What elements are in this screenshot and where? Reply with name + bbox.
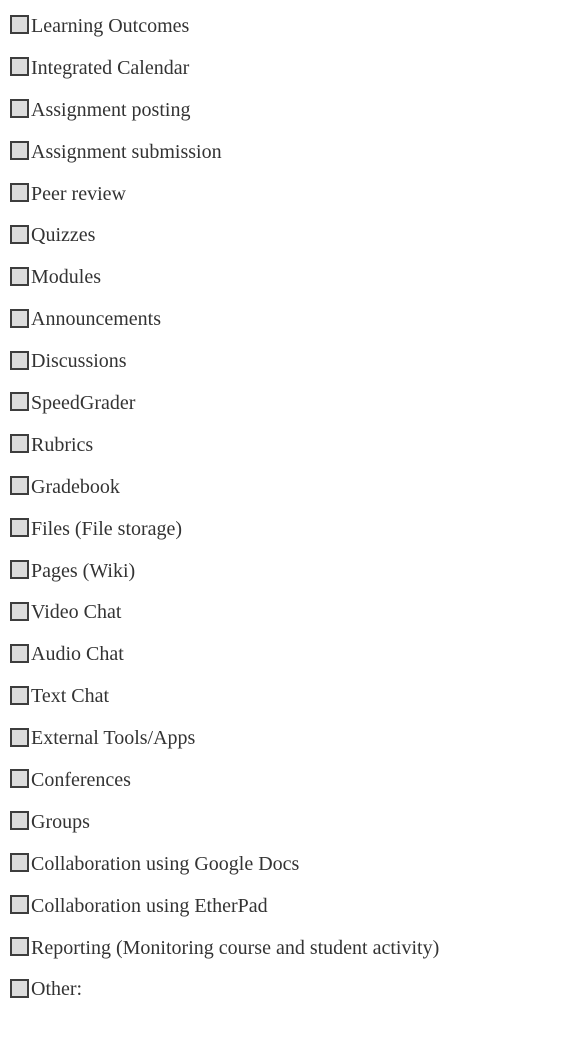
- checkbox[interactable]: [10, 141, 29, 161]
- checkbox-label[interactable]: Text Chat: [31, 686, 109, 706]
- checkbox[interactable]: [10, 224, 29, 244]
- checkbox-label[interactable]: Files (File storage): [31, 519, 182, 539]
- checklist-item-files[interactable]: Files (File storage): [10, 508, 580, 550]
- checkbox-label[interactable]: Collaboration using EtherPad: [31, 896, 268, 916]
- checkbox-label[interactable]: External Tools/Apps: [31, 728, 195, 748]
- checkbox-label[interactable]: Rubrics: [31, 435, 93, 455]
- checkbox[interactable]: [10, 978, 29, 998]
- checkbox-label[interactable]: Integrated Calendar: [31, 58, 189, 78]
- checkbox[interactable]: [10, 560, 29, 580]
- checkbox[interactable]: [10, 601, 29, 621]
- checklist-item-collab-google-docs[interactable]: Collaboration using Google Docs: [10, 843, 580, 885]
- checkbox-label[interactable]: Assignment posting: [31, 100, 190, 120]
- checkbox-label[interactable]: SpeedGrader: [31, 393, 135, 413]
- checklist-item-collab-etherpad[interactable]: Collaboration using EtherPad: [10, 885, 580, 927]
- checkbox-label[interactable]: Peer review: [31, 184, 126, 204]
- checkbox[interactable]: [10, 57, 29, 77]
- checkbox-label[interactable]: Audio Chat: [31, 644, 124, 664]
- checklist-item-assignment-submission[interactable]: Assignment submission: [10, 131, 580, 173]
- checklist-item-pages[interactable]: Pages (Wiki): [10, 550, 580, 592]
- checklist-item-peer-review[interactable]: Peer review: [10, 173, 580, 215]
- checkbox-label[interactable]: Quizzes: [31, 225, 95, 245]
- checklist-item-text-chat[interactable]: Text Chat: [10, 675, 580, 717]
- checkbox-label[interactable]: Assignment submission: [31, 142, 222, 162]
- checkbox[interactable]: [10, 15, 29, 35]
- checkbox[interactable]: [10, 727, 29, 747]
- checkbox[interactable]: [10, 308, 29, 328]
- checkbox-label[interactable]: Announcements: [31, 309, 161, 329]
- checklist-item-announcements[interactable]: Announcements: [10, 298, 580, 340]
- checkbox-label[interactable]: Learning Outcomes: [31, 16, 189, 36]
- checklist-item-modules[interactable]: Modules: [10, 256, 580, 298]
- checkbox-label[interactable]: Collaboration using Google Docs: [31, 854, 299, 874]
- checkbox-label[interactable]: Reporting (Monitoring course and student…: [31, 938, 439, 958]
- checklist-item-groups[interactable]: Groups: [10, 801, 580, 843]
- checklist-item-rubrics[interactable]: Rubrics: [10, 424, 580, 466]
- checkbox[interactable]: [10, 895, 29, 915]
- checkbox-label[interactable]: Groups: [31, 812, 90, 832]
- checkbox-label[interactable]: Video Chat: [31, 602, 121, 622]
- checklist-item-integrated-calendar[interactable]: Integrated Calendar: [10, 47, 580, 89]
- checkbox[interactable]: [10, 518, 29, 538]
- checkbox-label[interactable]: Conferences: [31, 770, 131, 790]
- checklist-item-gradebook[interactable]: Gradebook: [10, 466, 580, 508]
- checkbox[interactable]: [10, 99, 29, 119]
- checklist-item-discussions[interactable]: Discussions: [10, 340, 580, 382]
- checkbox-label[interactable]: Gradebook: [31, 477, 120, 497]
- checklist-item-external-tools[interactable]: External Tools/Apps: [10, 717, 580, 759]
- checkbox[interactable]: [10, 937, 29, 957]
- checklist-item-assignment-posting[interactable]: Assignment posting: [10, 89, 580, 131]
- checklist-item-learning-outcomes[interactable]: Learning Outcomes: [10, 5, 580, 47]
- checklist-item-audio-chat[interactable]: Audio Chat: [10, 633, 580, 675]
- checkbox-label[interactable]: Pages (Wiki): [31, 561, 135, 581]
- checkbox[interactable]: [10, 183, 29, 202]
- checkbox[interactable]: [10, 434, 29, 454]
- feature-checklist: Learning Outcomes Integrated Calendar As…: [10, 5, 580, 1010]
- checkbox-label[interactable]: Modules: [31, 267, 101, 287]
- checkbox[interactable]: [10, 476, 29, 496]
- checkbox[interactable]: [10, 853, 29, 873]
- checklist-item-other[interactable]: Other:: [10, 968, 580, 1010]
- checkbox[interactable]: [10, 685, 29, 705]
- checkbox[interactable]: [10, 811, 29, 831]
- checkbox[interactable]: [10, 392, 29, 412]
- checkbox[interactable]: [10, 266, 29, 286]
- checklist-item-conferences[interactable]: Conferences: [10, 759, 580, 801]
- checkbox[interactable]: [10, 643, 29, 663]
- checkbox[interactable]: [10, 769, 29, 789]
- checkbox[interactable]: [10, 350, 29, 370]
- checkbox-label[interactable]: Discussions: [31, 351, 127, 371]
- checklist-item-speedgrader[interactable]: SpeedGrader: [10, 382, 580, 424]
- checkbox-label[interactable]: Other:: [31, 979, 82, 999]
- checklist-item-reporting[interactable]: Reporting (Monitoring course and student…: [10, 927, 580, 969]
- checklist-item-quizzes[interactable]: Quizzes: [10, 214, 580, 256]
- checklist-item-video-chat[interactable]: Video Chat: [10, 591, 580, 633]
